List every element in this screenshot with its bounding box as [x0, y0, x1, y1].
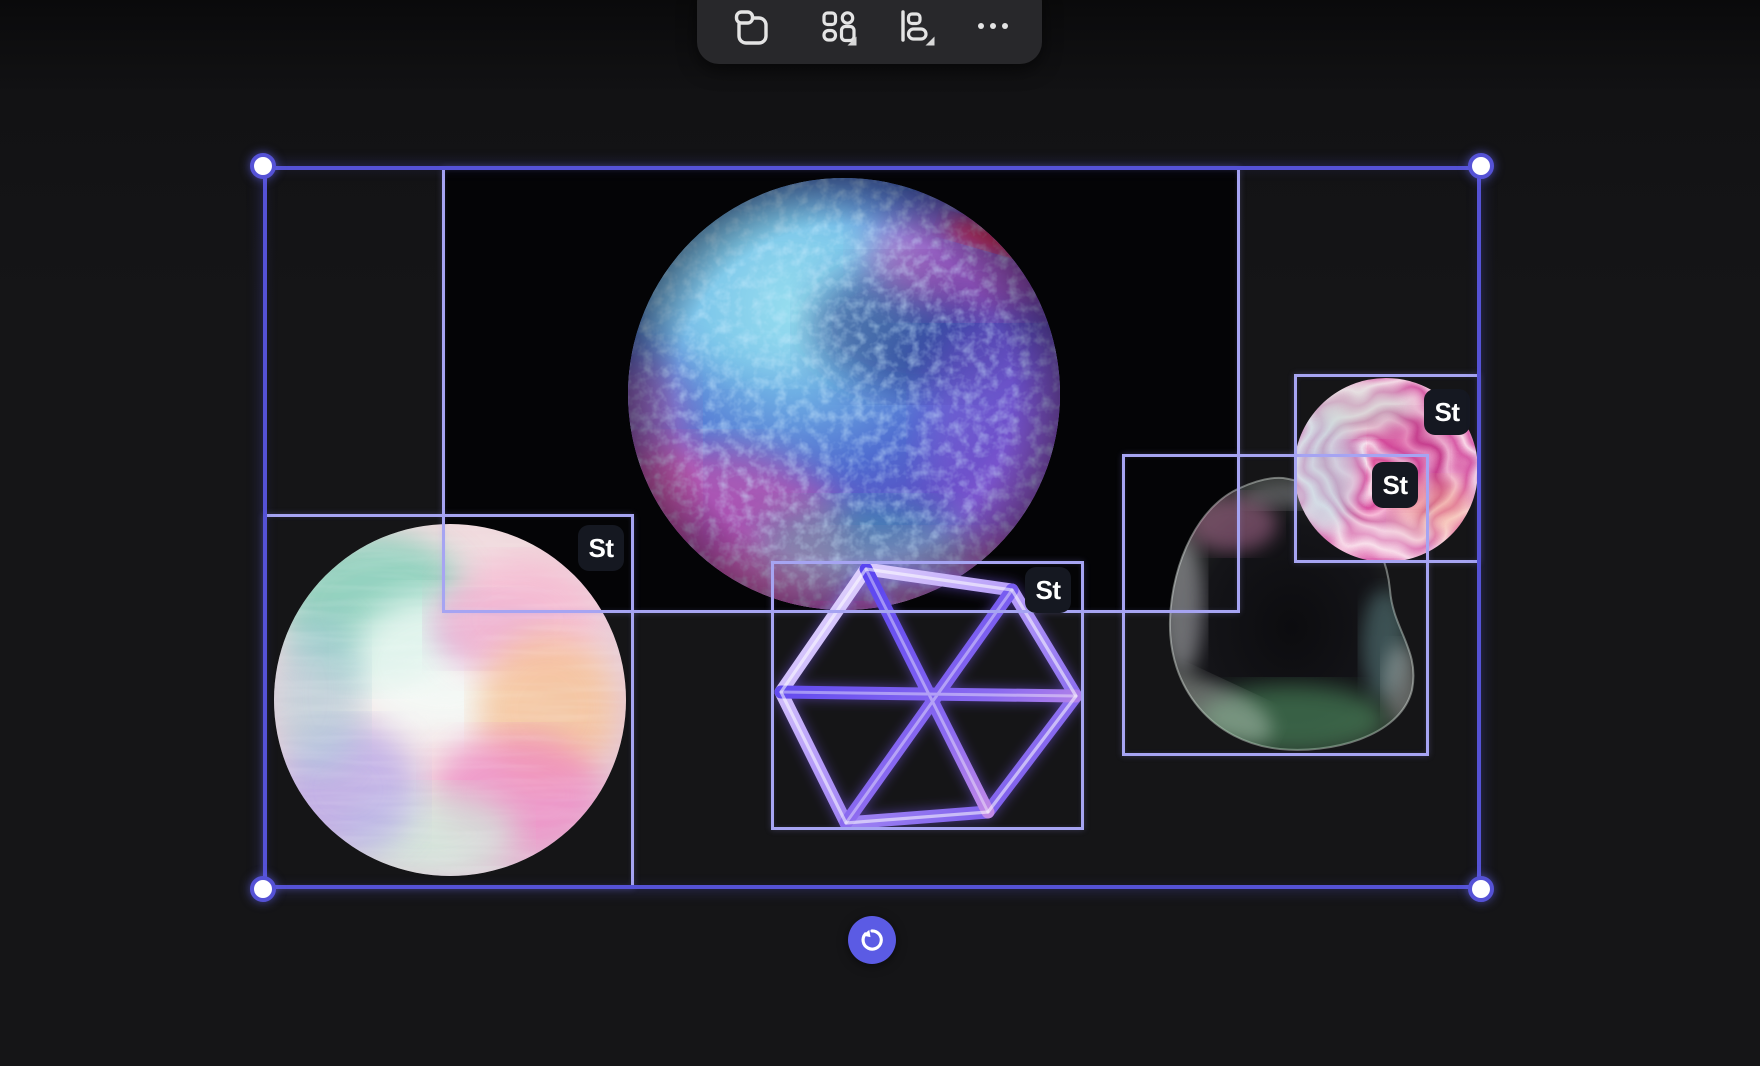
- floating-toolbar: [697, 0, 1042, 64]
- group-button[interactable]: [728, 4, 776, 52]
- canvas[interactable]: St St St St: [0, 0, 1760, 1066]
- rotate-ccw-icon: [859, 927, 885, 953]
- group-icon: [733, 8, 771, 48]
- selection-handle-top-right[interactable]: [1468, 153, 1494, 179]
- selection-handle-top-left[interactable]: [250, 153, 276, 179]
- selection-handle-bottom-left[interactable]: [250, 876, 276, 902]
- more-options-icon: [974, 9, 1012, 47]
- rotate-selection-button[interactable]: [848, 916, 896, 964]
- selection-bounding-box[interactable]: [263, 166, 1481, 889]
- align-button[interactable]: [893, 4, 941, 52]
- align-icon: [898, 9, 936, 47]
- more-options-button[interactable]: [969, 4, 1017, 52]
- arrange-icon: [820, 9, 858, 47]
- dropdown-caret: [926, 37, 935, 46]
- selection-handle-bottom-right[interactable]: [1468, 876, 1494, 902]
- arrange-button[interactable]: [815, 4, 863, 52]
